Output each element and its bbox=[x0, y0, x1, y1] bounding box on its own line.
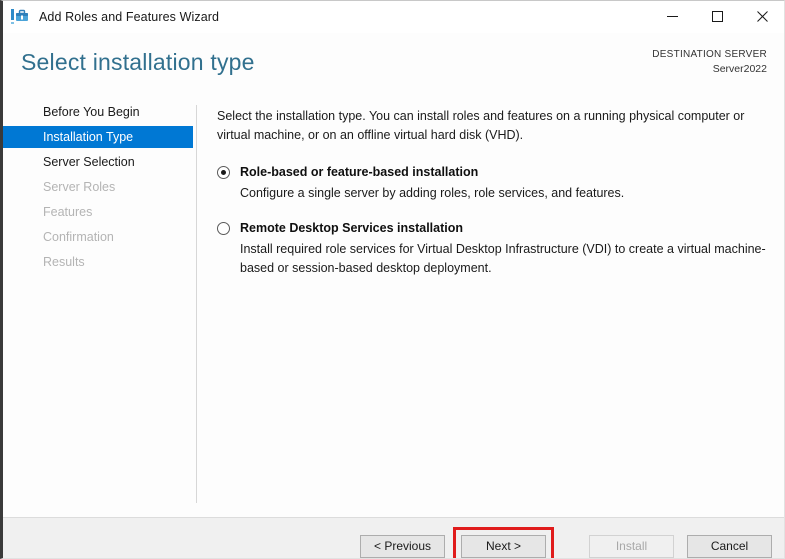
next-button[interactable]: Next > bbox=[461, 535, 546, 558]
header-band: Select installation type DESTINATION SER… bbox=[3, 33, 784, 95]
sidebar-item-before-you-begin[interactable]: Before You Begin bbox=[3, 101, 196, 123]
wizard-sidebar: Before You Begin Installation Type Serve… bbox=[3, 101, 196, 501]
destination-server-label: DESTINATION SERVER bbox=[652, 49, 767, 60]
maximize-button[interactable] bbox=[695, 1, 740, 32]
main-content-panel: Select the installation type. You can in… bbox=[217, 107, 773, 294]
radio-role-based-installation[interactable] bbox=[217, 166, 230, 179]
sidebar-item-server-selection[interactable]: Server Selection bbox=[3, 151, 196, 173]
cancel-button[interactable]: Cancel bbox=[687, 535, 772, 558]
option-role-based-installation[interactable]: Role-based or feature-based installation… bbox=[217, 163, 773, 203]
sidebar-item-confirmation: Confirmation bbox=[43, 230, 114, 244]
intro-text: Select the installation type. You can in… bbox=[217, 109, 745, 142]
sidebar-item-installation-type[interactable]: Installation Type bbox=[3, 126, 193, 148]
window-controls bbox=[650, 1, 784, 33]
option-desc-role-based-installation: Configure a single server by adding role… bbox=[240, 185, 625, 200]
sidebar-item-server-roles: Server Roles bbox=[43, 180, 116, 194]
previous-button[interactable]: < Previous bbox=[360, 535, 445, 558]
destination-server-block: DESTINATION SERVER Server2022 bbox=[652, 48, 767, 76]
install-button: Install bbox=[589, 535, 674, 558]
next-button-highlight: Next > bbox=[453, 527, 554, 558]
page-title: Select installation type bbox=[21, 49, 255, 75]
option-desc-remote-desktop-services-installation: Install required role services for Virtu… bbox=[240, 241, 766, 275]
option-label-remote-desktop-services-installation[interactable]: Remote Desktop Services installation bbox=[240, 219, 463, 238]
radio-remote-desktop-services-installation[interactable] bbox=[217, 221, 230, 235]
add-roles-and-features-wizard-window: Add Roles and Features Wizard Select ins… bbox=[0, 0, 785, 559]
cancel-button-slot: Cancel bbox=[687, 535, 772, 558]
option-remote-desktop-services-installation[interactable]: Remote Desktop Services installation Ins… bbox=[217, 219, 773, 278]
title-bar: Add Roles and Features Wizard bbox=[3, 1, 784, 33]
sidebar-item-features: Features bbox=[43, 205, 93, 219]
window-title: Add Roles and Features Wizard bbox=[39, 10, 220, 24]
previous-button-slot: < Previous bbox=[360, 535, 445, 558]
minimize-button[interactable] bbox=[650, 1, 695, 32]
server-manager-toolbox-icon bbox=[10, 7, 30, 27]
destination-server-name: Server2022 bbox=[712, 62, 767, 75]
wizard-footer: < Previous Next > Install Cancel bbox=[3, 518, 784, 558]
close-button[interactable] bbox=[740, 1, 784, 32]
install-button-slot: Install bbox=[589, 535, 674, 558]
sidebar-divider bbox=[196, 105, 197, 503]
footer-button-group: < Previous Next > Install Cancel bbox=[360, 527, 772, 558]
option-label-role-based-installation[interactable]: Role-based or feature-based installation bbox=[240, 163, 478, 182]
sidebar-item-results: Results bbox=[43, 255, 85, 269]
